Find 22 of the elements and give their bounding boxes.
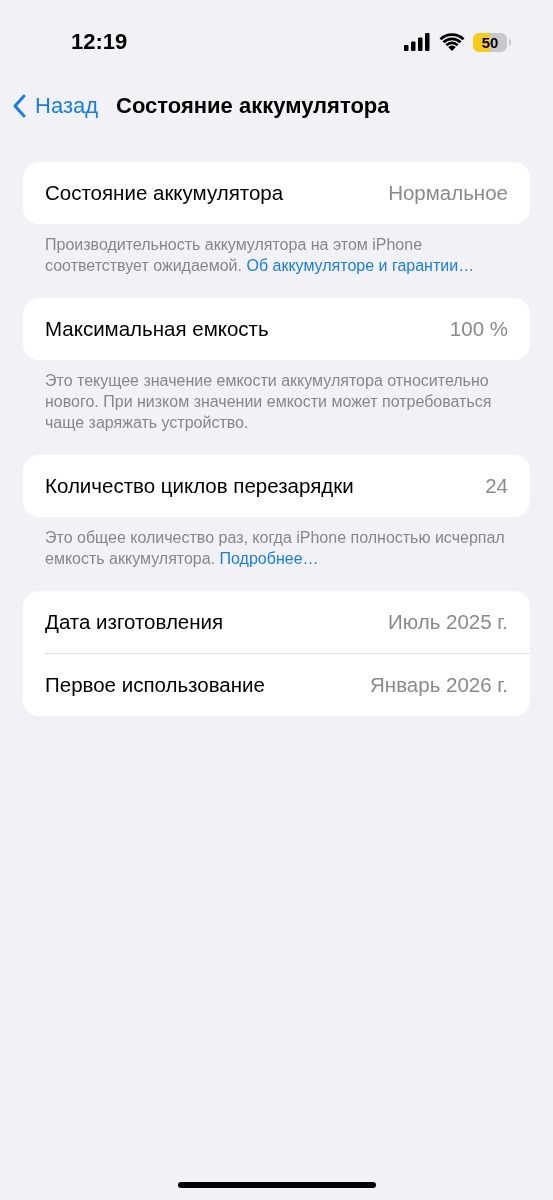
- row-label: Максимальная емкость: [45, 317, 269, 341]
- row-value: Июль 2025 г.: [388, 610, 508, 634]
- back-button[interactable]: Назад: [12, 93, 99, 119]
- footnote-link[interactable]: Об аккумуляторе и гарантии…: [246, 257, 475, 274]
- signal-icon: [404, 33, 431, 51]
- status-time: 12:19: [71, 29, 128, 55]
- chevron-left-icon: [12, 94, 26, 118]
- row-value: Нормальное: [388, 181, 508, 205]
- footnote-text: Производительность аккумулятора на этом iPhone соответствует ожидаемой. Об аккумуляторе и гарантии…: [45, 235, 476, 276]
- row-value: 100 %: [449, 317, 508, 341]
- home-indicator[interactable]: [178, 1182, 376, 1188]
- row-label: Первое использование: [45, 673, 265, 697]
- row-label: Количество циклов перезарядки: [45, 474, 354, 498]
- wifi-icon: [439, 32, 465, 52]
- footnote-text: Это текущее значение емкости аккумулятора относительно нового. При низком значении емкости может потребоваться чаще заряжать устройство.: [45, 371, 493, 433]
- page-title: Состояние аккумулятора: [116, 93, 390, 119]
- row-label: Дата изготовления: [45, 610, 224, 634]
- footnote-text: Это общее количество раз, когда iPhone полностью исчерпал емкость аккумулятора. Подробнее…: [45, 528, 506, 569]
- row-value: Январь 2026 г.: [370, 673, 508, 697]
- footnote-link[interactable]: Подробнее…: [219, 550, 319, 567]
- row-label: Состояние аккумулятора: [45, 181, 284, 205]
- row-value: 24: [485, 474, 508, 498]
